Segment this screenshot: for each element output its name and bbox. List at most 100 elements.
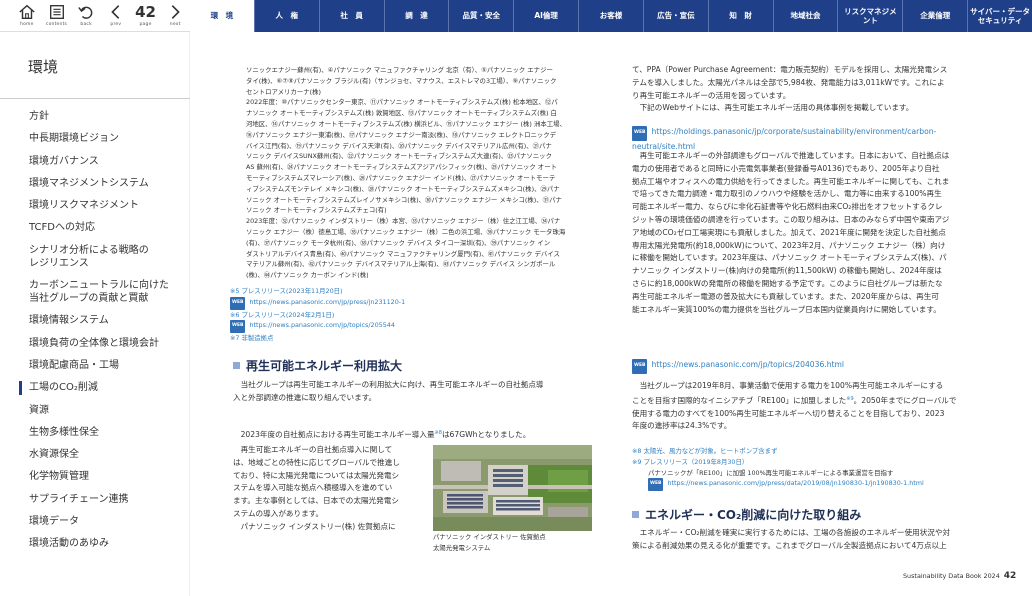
sidebar-divider	[0, 98, 190, 99]
tab-ai-ethics[interactable]: AI倫理	[513, 0, 578, 32]
sidebar-item[interactable]: 中長期環境ビジョン	[0, 132, 190, 145]
sidebar-list: 方針中長期環境ビジョン 環境ガバナンス 環境マネジメントシステム 環境リスクマネジメン…	[0, 110, 190, 560]
text-line: ィブシステムズモンテレイ メキシコ(株)、㉘パナソニック オートモーティブシステ…	[246, 184, 560, 193]
sidebar-item[interactable]: 資源	[0, 404, 190, 417]
site-case-link[interactable]: https://holdings.panasonic/jp/corporate/…	[632, 127, 936, 151]
photo-caption: パナソニック インダストリー 佐賀拠点 太陽光発電システム	[433, 532, 593, 554]
sidebar-item[interactable]: シナリオ分析による戦略の レジリエンス	[0, 244, 190, 270]
sidebar-item[interactable]: カーボンニュートラルに向けた 当社グループの貢献と買献	[0, 279, 190, 305]
text-line: 可能エネルギー電力、ならびに非化石証書等や化石燃料由来CO₂排出をオフセットする…	[632, 202, 943, 212]
sidebar-item[interactable]: 化学物質管理	[0, 470, 190, 483]
text-line: 使用する電力のすべてを100%再生可能エネルギーへ切り替えることを目指しており、…	[632, 408, 945, 418]
web-icon: WEB	[230, 296, 246, 310]
text-line: 当社グループは再生可能エネルギーの利用拡大に向け、再生可能エネルギーの自社拠点導	[233, 380, 544, 389]
text-line: ソニック オートモーティブシステムズレイノサメキシコ(株)、㉚パナソニック エナ…	[246, 195, 562, 204]
text-line: ており、特に太陽光発電については太陽光発電シ	[233, 470, 400, 480]
chevron-left-icon	[111, 5, 120, 19]
text-line: テムを導入しました。太陽光パネルは全部で5,984枚、発電能力は3,011kWで…	[632, 77, 945, 87]
heading-bullet-icon	[632, 511, 639, 518]
tab-environment[interactable]: 環 境	[190, 0, 254, 32]
external-procurement-paragraph: 再生可能エネルギーの外部調達もグローバルで推進しています。日本において、自社拠点…	[632, 150, 997, 316]
footnotes-8-9: ※8 太陽光、風力などが対象。ヒートポンプ含まず ※9 プレスリリース（2019…	[632, 446, 997, 492]
section-heading-renewable: 再生可能エネルギー利用拡大	[233, 357, 402, 374]
sidebar-item[interactable]: 環境ガバナンス	[0, 155, 190, 168]
sidebar-title: 環境	[28, 58, 59, 76]
tab-risk-management[interactable]: リスクマネジメント	[837, 0, 902, 32]
web-icon: WEB	[632, 126, 648, 141]
text-line: 太陽光発電システム	[433, 543, 491, 552]
text-line: モーティブシステムズマレーシア(株)、㉖パナソニック エナジー インド(株)、㉗…	[246, 173, 556, 182]
tab-customers[interactable]: お客様	[578, 0, 643, 32]
contents-button[interactable]: contents	[42, 0, 72, 32]
sidebar-item[interactable]: 水資源保全	[0, 448, 190, 461]
text-line: 入と外部調達の推進に取り組んでいます。	[233, 392, 377, 402]
section-heading-energy-co2: エネルギー・CO₂削減に向けた取り組み	[632, 506, 861, 523]
tab-employees[interactable]: 社 員	[318, 0, 384, 32]
tab-corporate-ethics[interactable]: 企業倫理	[902, 0, 967, 32]
footnote-6-link[interactable]: https://news.panasonic.com/jp/topics/205…	[249, 321, 394, 329]
text-line: (株)、㊹パナソニック カーボン インド(株)	[246, 271, 369, 280]
text-line: ソニックエナジー蘇州(有)、④パナソニック マニュファクチャリング 北京（有）、…	[246, 66, 553, 74]
sidebar-item[interactable]: 環境リスクマネジメント	[0, 199, 190, 212]
tab-intellectual-property[interactable]: 知 財	[707, 0, 773, 32]
re100-paragraph: 当社グループは2019年8月、事業活動で使用する電力を100%再生可能エネルギー…	[632, 380, 997, 433]
text-line: 策による削減効果の見える化が重要です。これまでグローバル全製造拠点において4万点…	[632, 540, 947, 550]
sidebar-item[interactable]: サプライチェーン連携	[0, 493, 190, 506]
sidebar-item[interactable]: 環境配慮商品・工場	[0, 359, 190, 372]
sidebar-item[interactable]: 環境マネジメントシステム	[0, 177, 190, 190]
tab-human-rights[interactable]: 人 権	[253, 0, 319, 32]
tab-quality-safety[interactable]: 品質・安全	[448, 0, 513, 32]
text-line: タイ(株)、⑥⑦⑧パナソニック ブラジル(有)（サンジョセ、マナウス、エストレマ…	[246, 76, 557, 85]
text-line: 専用太陽光発電所(約18,000kW)について、2023年2月、パナソニック エ…	[632, 240, 946, 250]
footnote-5: ※5 プレスリリース(2023年11月20日) WEB https://news.…	[230, 287, 406, 343]
sidebar-item[interactable]: 環境情報システム	[0, 314, 190, 327]
text-line: で培ってきた電力調達・電力取引のノウハウや経験を活かし、電力等に由来する100%…	[632, 189, 942, 199]
text-line: パナソニック インダストリー 佐賀拠点	[433, 533, 546, 541]
re100-press-link[interactable]: https://news.panasonic.com/jp/press/data…	[667, 479, 923, 487]
text-line: 拠点工場やオフィスへの電力供給を行ってきました。再生可能エネルギーに関しても、こ…	[632, 176, 950, 186]
sidebar-item[interactable]: 生物多様性保全	[0, 426, 190, 439]
sidebar-item[interactable]: 工場のCO₂削減	[0, 381, 190, 396]
text-line: さらに約18,000kWの発電所の稼働を開始する予定です。このように自社グループ…	[632, 278, 943, 288]
web-icon: WEB	[632, 359, 648, 374]
text-line: に稼働を開始しています。2023年度は、パナソニック オートモーティブシステムズ…	[632, 253, 947, 263]
text-line: ことを目指す国際的なイニシアチブ「RE100」に加盟しました※9。2050年まで…	[632, 395, 957, 405]
text-line: ナソニック オートモーティブシステムズ(株) 敦賀地区、⑬パナソニック オートモ…	[246, 109, 557, 118]
home-button[interactable]: home	[12, 0, 42, 32]
text-line: 2023年度：㉜パナソニック インダストリー（株）本宮、㉝パナソニック エナジー…	[246, 217, 561, 226]
sidebar-item[interactable]: 環境データ	[0, 515, 190, 528]
text-line: ソニック デバイスSUNX蘇州(有)、㉒パナソニック オートモーティブシステムズ…	[246, 152, 552, 161]
renewable-intro: 当社グループは再生可能エネルギーの利用拡大に向け、再生可能エネルギーの自社拠点導…	[233, 379, 593, 405]
tab-advertising[interactable]: 広告・宣伝	[642, 0, 708, 32]
contents-icon	[49, 5, 64, 19]
sidebar-item[interactable]: 環境活動のあゆみ	[0, 537, 190, 550]
web-icon: WEB	[230, 320, 246, 334]
text-line: て、PPA（Power Purchase Agreement：電力販売契約）モデ…	[632, 65, 948, 74]
text-line: は、地域ごとの特性に応じてグローバルで推進し	[233, 457, 400, 467]
text-line: ⑯パナソニック エナジー東浦(株)、⑰パナソニック エナジー南淡(株)、⑱パナソ…	[246, 130, 557, 139]
tab-community[interactable]: 地域社会	[772, 0, 838, 32]
sidebar: 環境 方針中長期環境ビジョン 環境ガバナンス 環境マネジメントシステム 環境リスクマネ…	[0, 32, 190, 596]
sidebar-item[interactable]: 方針	[0, 110, 190, 123]
tab-procurement[interactable]: 調 達	[383, 0, 449, 32]
text-line: セントロアメリカーナ(株)	[246, 87, 321, 96]
text-line: ソニック オートモーティブシステムズチェコ(有)	[246, 206, 387, 215]
footnote-5-link[interactable]: https://news.panasonic.com/jp/press/jn23…	[249, 298, 405, 306]
text-line: 再生可能エネルギー電源の普及拡大にも貢献しています。また、2020年度からは、再…	[632, 291, 939, 301]
tab-cyber-data-security[interactable]: サイバー・データ セキュリティ	[967, 0, 1032, 32]
prev-button[interactable]: prev	[101, 0, 131, 32]
text-line: 2022年度：⑩パナソニックセンター東京、⑪パナソニック オートモーティブシステ…	[246, 98, 558, 107]
text-line: (有)、㊲パナソニック モータ杭州(有)、㊳パナソニック デバイス タイコー深圳…	[246, 238, 551, 247]
topics-link[interactable]: https://news.panasonic.com/jp/topics/204…	[651, 360, 844, 369]
factory-list: ソニックエナジー蘇州(有)、④パナソニック マニュファクチャリング 北京（有）、…	[246, 65, 596, 281]
text-line: 再生可能エネルギーの外部調達もグローバルで推進しています。日本において、自社拠点…	[632, 151, 950, 160]
back-button[interactable]: back	[71, 0, 101, 32]
next-button[interactable]: next	[160, 0, 190, 32]
text-line: 能エネルギー実質100%の電力提供を当社グループ日本国内従業員向けに開始していま…	[632, 304, 941, 314]
text-line: エネルギー・CO₂削減を確実に実行するためには、工場の各施設のエネルギー使用状況…	[632, 528, 951, 537]
text-line: 下記のWebサイトには、再生可能エネルギー活用の具体事例を掲載しています。	[632, 103, 914, 113]
sidebar-item[interactable]: TCFDへの対応	[0, 221, 190, 234]
sidebar-item[interactable]: 環境負荷の全体像と環境会計	[0, 337, 190, 350]
back-icon	[78, 6, 93, 19]
text-line: ソニック エナジー（株）徳島工場、㉟パナソニック エナジー（株）二色の浜工場、㊱…	[246, 227, 566, 236]
